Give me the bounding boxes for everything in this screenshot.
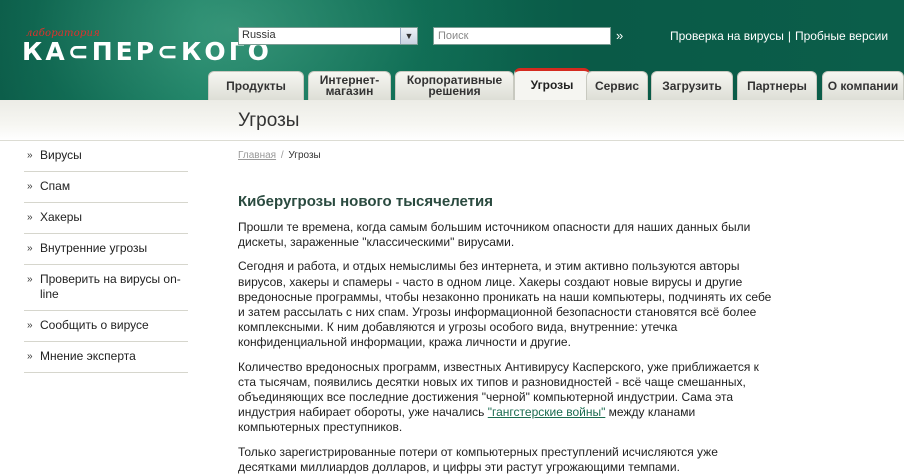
sidebar-item-viruses[interactable]: » Вирусы <box>24 141 188 172</box>
region-select[interactable]: Russia ▼ <box>238 27 418 45</box>
top-links: Проверка на вирусы | Пробные версии <box>670 29 888 43</box>
sidebar-item-expert-opinion[interactable]: » Мнение эксперта <box>24 342 188 373</box>
article-paragraph: Только зарегистрированные потери от комп… <box>238 444 718 474</box>
tab-threats[interactable]: Угрозы <box>514 68 590 100</box>
sidebar-item-report-virus[interactable]: » Сообщить о вирусе <box>24 311 188 342</box>
link-trial-versions[interactable]: Пробные версии <box>795 29 888 43</box>
search-input[interactable]: Поиск <box>433 27 611 45</box>
sidebar-item-spam[interactable]: » Спам <box>24 172 188 203</box>
chevron-down-icon[interactable]: ▼ <box>400 28 417 44</box>
breadcrumb: Главная / Угрозы <box>238 150 774 161</box>
sidebar-nav: » Вирусы » Спам » Хакеры » Внутренние угрозы… <box>24 141 188 373</box>
chevron-right-icon: » <box>27 351 33 362</box>
article-title: Киберугрозы нового тысячелетия <box>238 193 493 210</box>
tab-download[interactable]: Загрузить <box>651 71 733 100</box>
sidebar-item-online-scan[interactable]: » Проверить на вирусы on-line <box>24 265 188 311</box>
page-title: Угрозы <box>238 110 300 131</box>
chevron-right-icon: » <box>27 274 33 285</box>
article-paragraph: Количество вредоносных программ, известн… <box>238 359 759 435</box>
tab-online-store[interactable]: Интернет- магазин <box>308 71 391 100</box>
main-content: Главная / Угрозы Киберугрозы нового тыся… <box>238 141 774 475</box>
link-virus-check[interactable]: Проверка на вирусы <box>670 29 784 43</box>
breadcrumb-home-link[interactable]: Главная <box>238 150 276 161</box>
tab-products[interactable]: Продукты <box>208 71 304 100</box>
search-placeholder: Поиск <box>438 30 469 42</box>
page-title-band: Угрозы <box>0 100 904 141</box>
chevron-right-icon: » <box>27 243 33 254</box>
chevron-right-icon: » <box>27 320 33 331</box>
breadcrumb-current: Угрозы <box>288 150 321 161</box>
article-paragraph: Прошли те времена, когда самым большим и… <box>238 220 751 250</box>
chevron-right-icon: » <box>27 212 33 223</box>
sidebar-item-hackers[interactable]: » Хакеры <box>24 203 188 234</box>
site-header: лаборатория КА⊂ПЕР⊂КОГО Russia ▼ Поиск »… <box>0 0 904 100</box>
tab-service[interactable]: Сервис <box>586 71 648 100</box>
tab-partners[interactable]: Партнеры <box>737 71 817 100</box>
chevron-right-icon: » <box>27 181 33 192</box>
tab-corporate-solutions[interactable]: Корпоративные решения <box>395 71 514 100</box>
sidebar-item-internal-threats[interactable]: » Внутренние угрозы <box>24 234 188 265</box>
chevron-right-icon: » <box>27 150 33 161</box>
kaspersky-logo[interactable]: лаборатория КА⊂ПЕР⊂КОГО <box>22 28 269 73</box>
breadcrumb-separator: / <box>280 150 284 161</box>
article-paragraph: Сегодня и работа, и отдых немыслимы без … <box>238 259 772 350</box>
gangster-wars-link[interactable]: "гангстерские войны" <box>488 405 606 419</box>
search-go-arrow-icon[interactable]: » <box>616 27 628 45</box>
top-links-separator: | <box>787 29 791 43</box>
main-nav-tabs: Продукты Интернет- магазин Корпоративные… <box>208 68 904 100</box>
tab-about-company[interactable]: О компании <box>822 71 904 100</box>
logo-wordmark: КА⊂ПЕР⊂КОГО <box>22 37 272 66</box>
region-select-value: Russia <box>242 29 276 41</box>
